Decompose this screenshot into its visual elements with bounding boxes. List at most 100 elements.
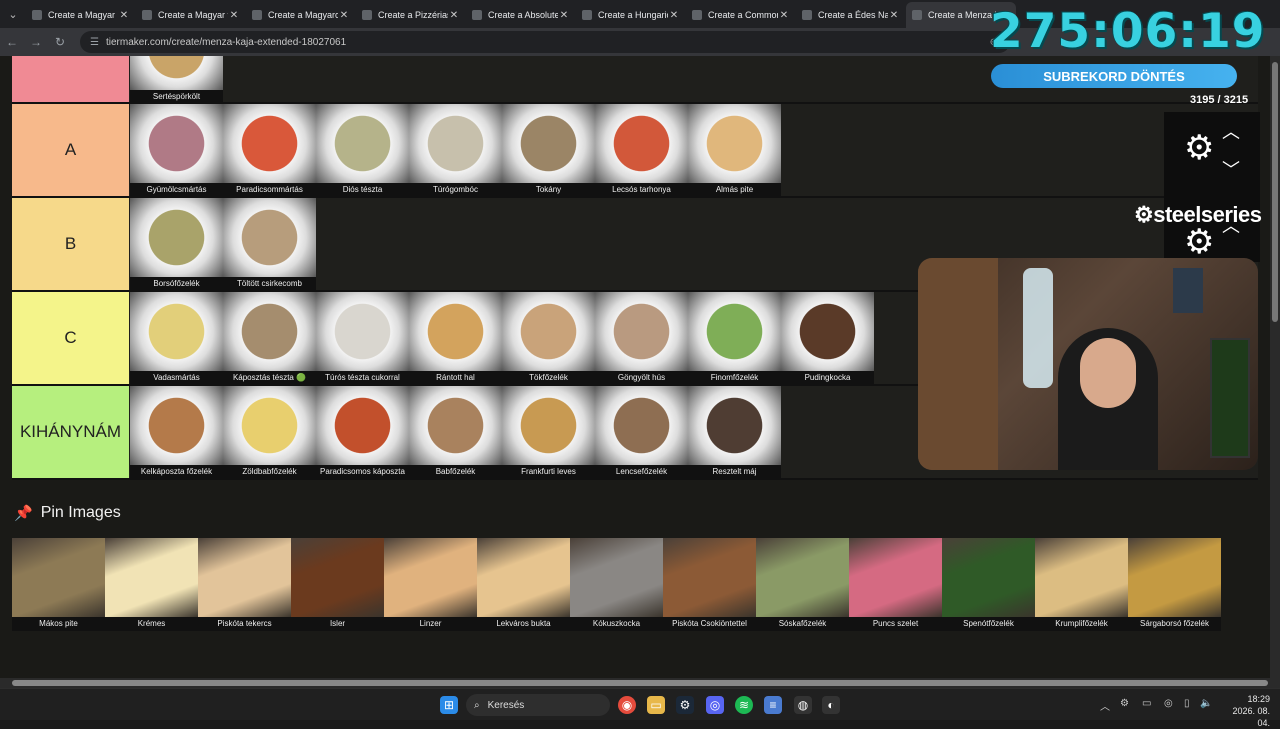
food-caption: Finomfőzelék (688, 371, 781, 385)
pin-item[interactable]: Puncs szelet (849, 538, 942, 631)
close-tab-icon[interactable]: ✕ (558, 10, 570, 21)
tier-label[interactable]: A (12, 104, 129, 196)
tier-item[interactable]: Zöldbabfőzelék (223, 386, 316, 479)
pin-item[interactable]: Spenótfőzelék (942, 538, 1035, 631)
tier-item[interactable]: Rántott hal (409, 292, 502, 385)
pin-item[interactable]: Mákos pite (12, 538, 105, 631)
tier-item[interactable]: Kelkáposzta főzelék (130, 386, 223, 479)
tier-item[interactable]: Sertéspörkölt (130, 56, 223, 104)
tier-item[interactable]: Töltött csirkecomb (223, 198, 316, 291)
food-caption: Krumplifőzelék (1035, 617, 1128, 631)
close-tab-icon[interactable]: ✕ (118, 10, 130, 21)
windows-start-icon[interactable]: ⊞ (440, 696, 458, 714)
close-tab-icon[interactable]: ✕ (448, 10, 460, 21)
tier-item[interactable]: Diós tészta (316, 104, 409, 197)
tier-item[interactable]: Túrógombóc (409, 104, 502, 197)
pin-item[interactable]: Sóskafőzelék (756, 538, 849, 631)
close-tab-icon[interactable]: ✕ (338, 10, 350, 21)
food-image (502, 386, 595, 465)
scroll-thumb[interactable] (1272, 62, 1278, 322)
scroll-thumb[interactable] (12, 680, 1268, 686)
gear-icon[interactable]: ⚙ (1184, 128, 1214, 168)
tier-item[interactable]: Túrós tészta cukorral (316, 292, 409, 385)
tier-item[interactable]: Lencsefőzelék (595, 386, 688, 479)
site-info-icon[interactable]: ☰ (90, 37, 100, 48)
tier-item[interactable]: Finomfőzelék (688, 292, 781, 385)
pin-item[interactable]: Linzer (384, 538, 477, 631)
tier-label[interactable]: KIHÁNYNÁM (12, 386, 129, 478)
pushpin-icon: 📌 (14, 505, 33, 522)
spotify-icon[interactable]: ≋ (735, 696, 753, 714)
tab-search-icon[interactable]: ⌄ (0, 0, 26, 28)
discord-icon[interactable]: ◎ (706, 696, 724, 714)
pin-item[interactable]: Isler (291, 538, 384, 631)
tier-item[interactable]: Pudingkocka (781, 292, 874, 385)
browser-tab[interactable]: Create a Magyar k ✕ (26, 2, 136, 28)
folder-tray-icon[interactable]: ▭ (1142, 698, 1151, 709)
tier-item[interactable]: Borsófőzelék (130, 198, 223, 291)
gear-icon[interactable]: ⚙ (1184, 222, 1214, 262)
food-caption: Káposztás tészta 🟢 (223, 371, 316, 385)
food-caption: Piskóta Csokiöntettel (663, 617, 756, 631)
tier-item[interactable]: Káposztás tészta 🟢 (223, 292, 316, 385)
food-image (384, 538, 477, 617)
tier-item[interactable]: Babfőzelék (409, 386, 502, 479)
tray-chevron-icon[interactable]: ︿ (1100, 698, 1110, 713)
browser-tab[interactable]: Create a Hungaric ✕ (576, 2, 686, 28)
pin-item[interactable]: Piskóta tekercs (198, 538, 291, 631)
volume-icon[interactable]: 🔈 (1200, 698, 1212, 709)
address-bar[interactable]: ☰ tiermaker.com/create/menza-kaja-extend… (80, 31, 1010, 53)
tier-item[interactable]: Gyümölcsmártás (130, 104, 223, 197)
tier-item[interactable]: Paradicsommártás (223, 104, 316, 197)
network-icon[interactable]: ▯ (1184, 698, 1190, 709)
steam-icon[interactable]: ⚙ (676, 696, 694, 714)
tier-label[interactable]: C (12, 292, 129, 384)
tier-item[interactable]: Tokány (502, 104, 595, 197)
tier-item[interactable]: Tökfőzelék (502, 292, 595, 385)
file-explorer-icon[interactable]: ▭ (647, 696, 665, 714)
discord-tray-icon[interactable]: ◎ (1164, 698, 1173, 709)
pin-item[interactable]: Lekváros bukta (477, 538, 570, 631)
browser-tab[interactable]: Create a Magyarc ✕ (246, 2, 356, 28)
chrome-icon[interactable]: ◉ (618, 696, 636, 714)
app-icon[interactable]: ◐ (822, 696, 840, 714)
pin-item[interactable]: Krumplifőzelék (1035, 538, 1128, 631)
obs-icon[interactable]: ◍ (794, 696, 812, 714)
horizontal-scrollbar[interactable] (0, 678, 1280, 688)
taskbar-search[interactable]: ⌕ Keresés (466, 694, 610, 716)
browser-tab[interactable]: Create a Édes Na ✕ (796, 2, 906, 28)
browser-tab[interactable]: Create a Absolute ✕ (466, 2, 576, 28)
pin-item[interactable]: Krémes (105, 538, 198, 631)
tier-item[interactable]: Almás pite (688, 104, 781, 197)
taskbar-clock[interactable]: 18:29 2026. 08. 04. (1218, 693, 1270, 729)
pin-item[interactable]: Piskóta Csokiöntettel (663, 538, 756, 631)
tier-item[interactable]: Resztelt máj (688, 386, 781, 479)
tier-item[interactable]: Vadasmártás (130, 292, 223, 385)
close-tab-icon[interactable]: ✕ (668, 10, 680, 21)
tier-item[interactable]: Lecsós tarhonya (595, 104, 688, 197)
forward-icon[interactable]: → (24, 35, 48, 49)
chevron-down-icon[interactable]: ﹀ (1222, 156, 1240, 182)
tier-label[interactable]: B (12, 198, 129, 290)
tier-item[interactable]: Göngyölt hús (595, 292, 688, 385)
food-caption: Sárgaborsó főzelék (1128, 617, 1221, 631)
tier-item[interactable]: Frankfurti leves (502, 386, 595, 479)
close-tab-icon[interactable]: ✕ (228, 10, 240, 21)
notepad-icon[interactable]: ≡ (764, 696, 782, 714)
reload-icon[interactable]: ↻ (48, 35, 72, 49)
chevron-up-icon[interactable]: ︿ (1222, 118, 1240, 144)
close-tab-icon[interactable]: ✕ (778, 10, 790, 21)
tier-item[interactable]: Paradicsomos káposzta (316, 386, 409, 479)
pin-item[interactable]: Kókuszkocka (570, 538, 663, 631)
browser-tab[interactable]: Create a Magyar t ✕ (136, 2, 246, 28)
browser-tab[interactable]: Create a Common ✕ (686, 2, 796, 28)
vertical-scrollbar[interactable] (1270, 56, 1280, 678)
close-tab-icon[interactable]: ✕ (888, 10, 900, 21)
steam-tray-icon[interactable]: ⚙ (1120, 698, 1129, 709)
tab-list: Create a Magyar k ✕ Create a Magyar t ✕ Crea… (26, 2, 1016, 28)
back-icon[interactable]: ← (0, 35, 24, 49)
food-caption: Göngyölt hús (595, 371, 688, 385)
tier-label[interactable] (12, 56, 129, 102)
browser-tab[interactable]: Create a Pizzérias ✕ (356, 2, 466, 28)
pin-item[interactable]: Sárgaborsó főzelék (1128, 538, 1221, 631)
